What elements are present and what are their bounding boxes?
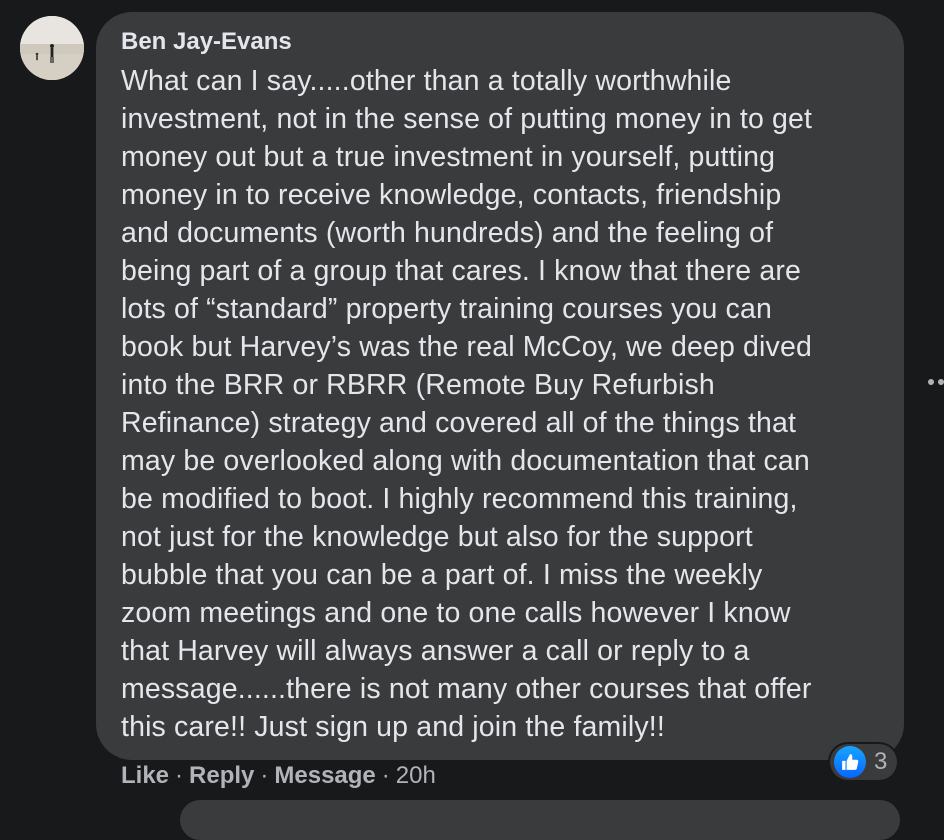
reaction-summary[interactable]: 3	[830, 744, 898, 780]
comment-line: may be overlooked along with documentati…	[121, 445, 810, 477]
comment-line: message......there is not many other cou…	[121, 673, 812, 705]
comment-line: into the BRR or RBRR (Remote Buy Refurbi…	[121, 369, 715, 401]
like-button[interactable]: Like	[121, 762, 169, 790]
next-comment-bubble	[180, 800, 900, 840]
comment-text: What can I say.....other than a totally …	[121, 62, 881, 746]
comment-line: money out but a true investment in yours…	[121, 141, 776, 173]
comment-line: Refinance) strategy and covered all of t…	[121, 407, 797, 439]
message-button[interactable]: Message	[274, 762, 375, 790]
comment-line: not just for the knowledge but also for …	[121, 521, 753, 553]
avatar[interactable]	[20, 16, 84, 80]
comment-line: money in to receive knowledge, contacts,…	[121, 179, 782, 211]
comment-line: be modified to boot. I highly recommend …	[121, 483, 798, 515]
comment-line: that Harvey will always answer a call or…	[121, 635, 750, 667]
avatar-photo	[20, 16, 84, 80]
reaction-count: 3	[874, 748, 888, 775]
comment-line: zoom meetings and one to one calls howev…	[121, 597, 791, 629]
comment-author[interactable]: Ben Jay-Evans	[121, 28, 292, 56]
comment-line: investment, not in the sense of putting …	[121, 103, 813, 135]
separator: ·	[175, 762, 184, 789]
comment-line: bubble that you can be a part of. I miss…	[121, 559, 763, 591]
comment-line: this care!! Just sign up and join the fa…	[121, 711, 665, 743]
separator: ·	[381, 762, 390, 789]
reply-button[interactable]: Reply	[189, 762, 254, 790]
thumbs-up-icon	[834, 746, 866, 778]
comment-actions: Like · Reply · Message · 20h	[121, 762, 436, 790]
comment-bubble: Ben Jay-Evans What can I say.....other t…	[96, 12, 904, 760]
separator: ·	[260, 762, 269, 789]
comment-line: book but Harvey’s was the real McCoy, we…	[121, 331, 812, 363]
more-options-icon[interactable]	[928, 379, 944, 385]
comment-line: and documents (worth hundreds) and the f…	[121, 217, 774, 249]
timestamp[interactable]: 20h	[396, 762, 436, 790]
comment-line: lots of “standard” property training cou…	[121, 293, 772, 325]
comment-line: What can I say.....other than a totally …	[121, 65, 732, 97]
comment-line: being part of a group that cares. I know…	[121, 255, 801, 287]
